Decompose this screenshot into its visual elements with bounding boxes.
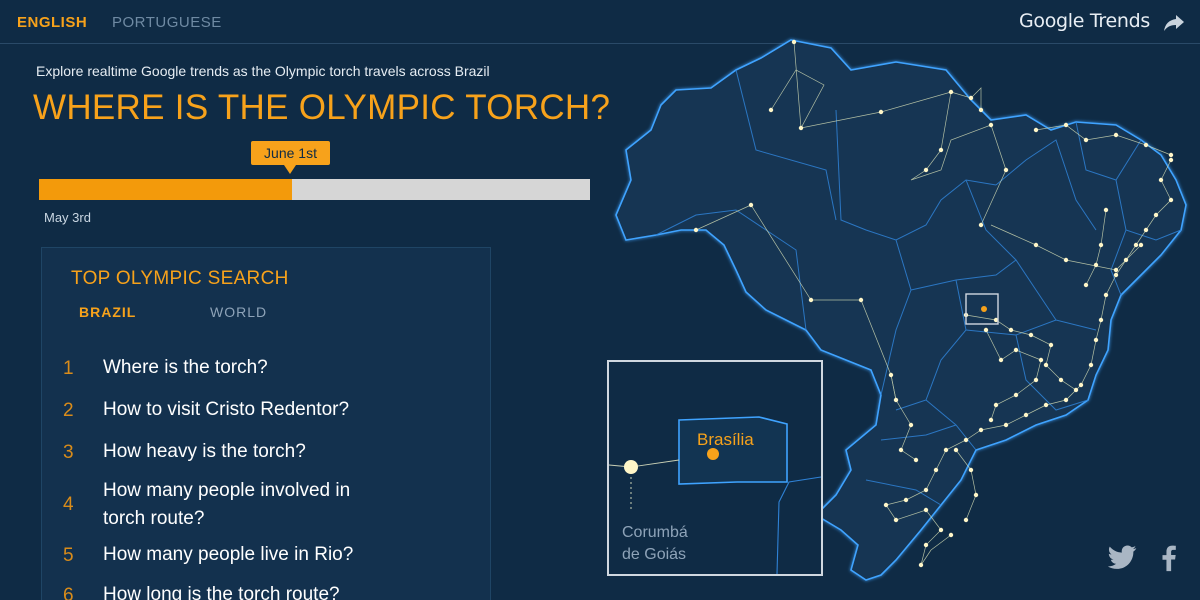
inset-border-line bbox=[776, 476, 821, 574]
tab-world[interactable]: WORLD bbox=[210, 304, 267, 320]
brasilia-map-marker bbox=[981, 306, 987, 312]
page-subtitle: Explore realtime Google trends as the Ol… bbox=[36, 63, 490, 79]
corumba-marker bbox=[624, 460, 638, 474]
timeline-start-date: May 3rd bbox=[44, 210, 91, 225]
corumba-label-line2: de Goiás bbox=[622, 546, 687, 563]
item-rank: 4 bbox=[63, 494, 74, 515]
item-text: How long is the torch route? bbox=[103, 584, 340, 600]
timeline-progress-fill bbox=[39, 179, 293, 200]
panel-title: TOP OLYMPIC SEARCH bbox=[71, 268, 289, 289]
item-rank: 3 bbox=[63, 442, 74, 463]
timeline-progress-bar[interactable] bbox=[39, 179, 590, 200]
top-search-panel: TOP OLYMPIC SEARCH BRAZIL WORLD 1 Where … bbox=[41, 247, 491, 600]
brasilia-label: Brasília bbox=[697, 430, 754, 449]
facebook-icon[interactable] bbox=[1152, 540, 1186, 574]
language-portuguese-tab[interactable]: PORTUGUESE bbox=[112, 14, 222, 31]
google-trends-logo[interactable]: Google Trends bbox=[1019, 10, 1150, 32]
inset-drawing bbox=[609, 416, 821, 574]
page-title: WHERE IS THE OLYMPIC TORCH? bbox=[33, 88, 611, 127]
item-rank: 5 bbox=[63, 545, 74, 566]
item-rank: 6 bbox=[63, 585, 74, 600]
brasilia-inset-map: Brasília Corumbá de Goiás bbox=[607, 360, 823, 576]
item-text: How to visit Cristo Redentor? bbox=[103, 399, 350, 420]
item-text: How many people live in Rio? bbox=[103, 544, 354, 565]
twitter-icon[interactable] bbox=[1105, 540, 1139, 574]
corumba-label-line1: Corumbá bbox=[622, 524, 688, 541]
current-date-marker[interactable]: June 1st bbox=[251, 141, 330, 165]
language-english-tab[interactable]: ENGLISH bbox=[17, 14, 87, 31]
inset-route-line bbox=[609, 459, 680, 468]
date-marker-pointer bbox=[284, 165, 296, 174]
tab-brazil[interactable]: BRAZIL bbox=[79, 304, 136, 320]
item-text: How heavy is the torch? bbox=[103, 441, 306, 462]
item-rank: 1 bbox=[63, 358, 74, 379]
federal-district-outline bbox=[678, 416, 788, 485]
item-rank: 2 bbox=[63, 400, 74, 421]
item-text: How many people involved in torch route? bbox=[103, 480, 351, 529]
item-text: Where is the torch? bbox=[103, 357, 268, 378]
